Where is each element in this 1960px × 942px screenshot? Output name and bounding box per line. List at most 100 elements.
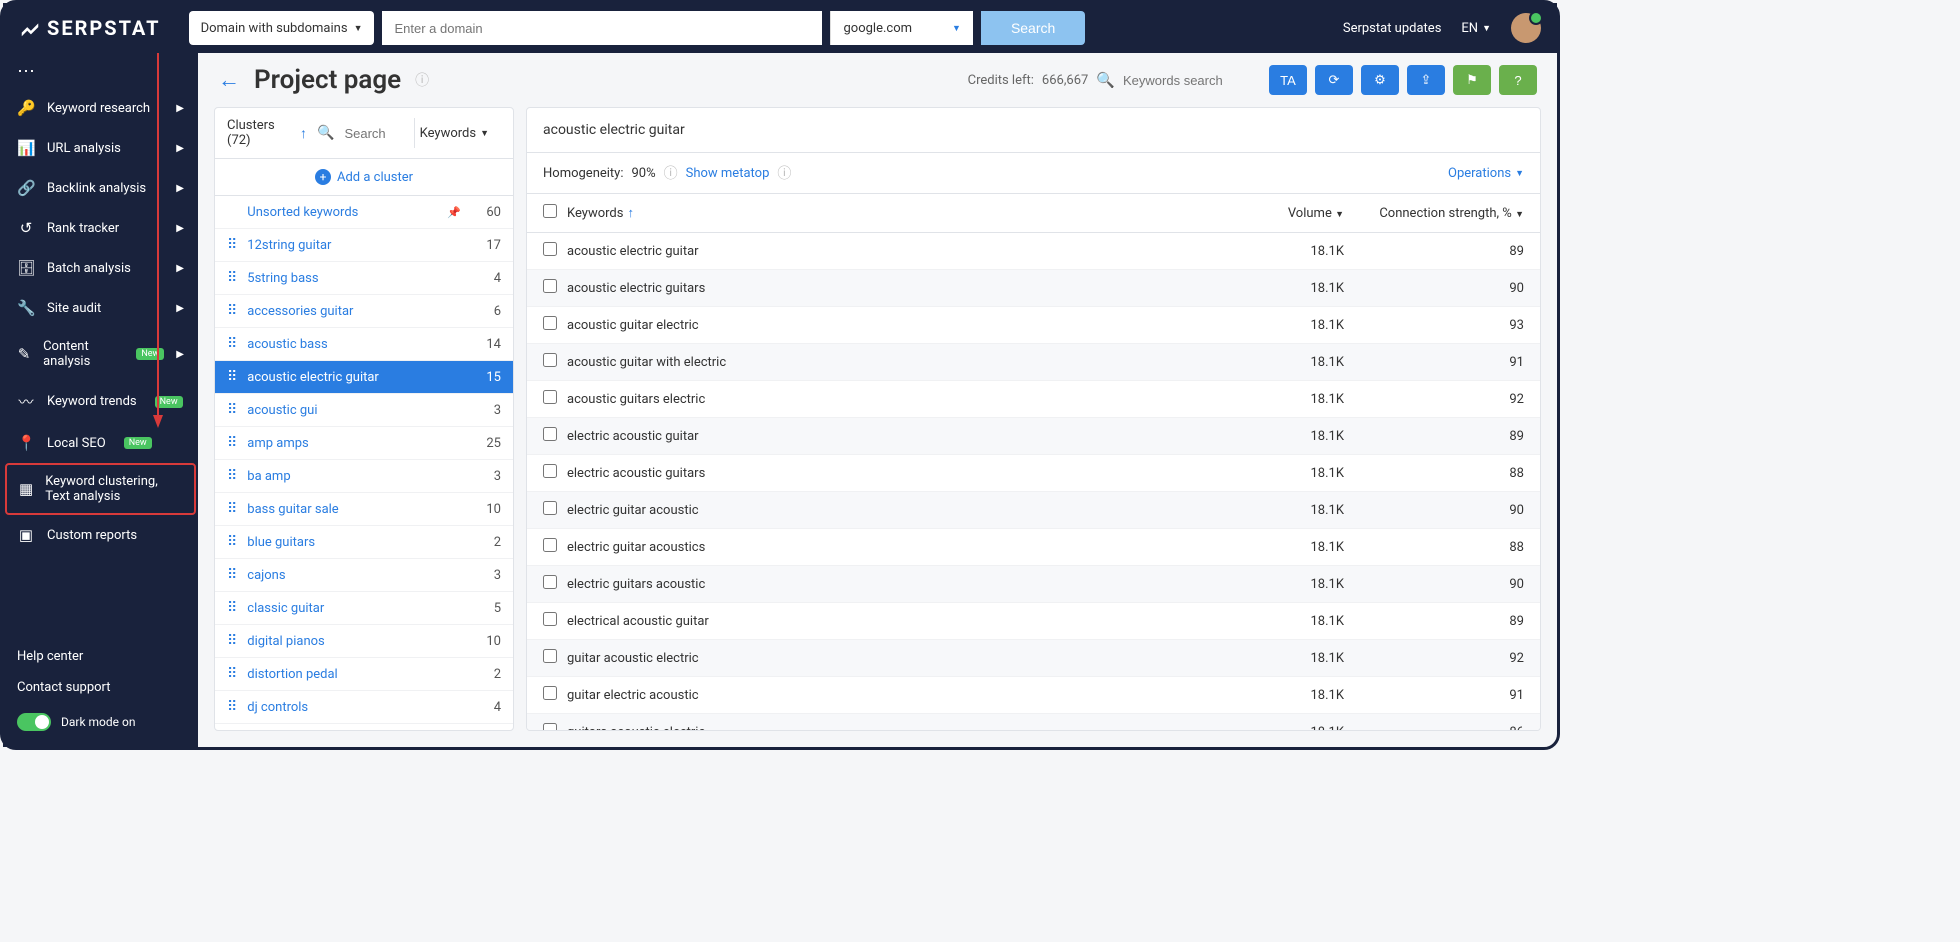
row-checkbox[interactable] bbox=[543, 279, 557, 293]
cluster-row[interactable]: ⠿ bass guitar sale 10 bbox=[215, 493, 513, 526]
strength-cell: 89 bbox=[1344, 429, 1524, 444]
row-checkbox[interactable] bbox=[543, 723, 557, 730]
row-checkbox[interactable] bbox=[543, 390, 557, 404]
feedback-button[interactable]: ⚑ bbox=[1453, 65, 1491, 95]
search-button[interactable]: Search bbox=[981, 11, 1085, 45]
cluster-name: accessories guitar bbox=[247, 304, 461, 319]
domain-mode-select[interactable]: Domain with subdomains ▼ bbox=[189, 11, 375, 45]
cluster-row[interactable]: ⠿ digital pianos 10 bbox=[215, 625, 513, 658]
new-badge: New bbox=[155, 396, 183, 408]
cluster-row[interactable]: ⠿ 12string guitar 17 bbox=[215, 229, 513, 262]
credits-value: 666,667 bbox=[1042, 73, 1088, 88]
operations-dropdown[interactable]: Operations ▼ bbox=[1448, 166, 1524, 181]
cluster-row[interactable]: ⠿ dj controls 4 bbox=[215, 691, 513, 724]
sidebar-item[interactable]: 🔑 Keyword research ▶ bbox=[3, 88, 198, 128]
search-engine-select[interactable]: google.com ▼ bbox=[830, 11, 972, 45]
cluster-row[interactable]: ⠿ amp amps 25 bbox=[215, 427, 513, 460]
cluster-row[interactable]: ⠿ ba amp 3 bbox=[215, 460, 513, 493]
updates-link[interactable]: Serpstat updates bbox=[1343, 21, 1442, 36]
sort-asc-icon[interactable]: ↑ bbox=[300, 125, 307, 142]
row-checkbox[interactable] bbox=[543, 538, 557, 552]
sidebar-item[interactable]: 〰 Keyword trends New bbox=[3, 380, 198, 423]
help-button[interactable]: ? bbox=[1499, 65, 1537, 95]
info-icon[interactable]: ⓘ bbox=[415, 70, 429, 90]
contact-support-link[interactable]: Contact support bbox=[17, 672, 184, 703]
info-icon[interactable]: ⓘ bbox=[664, 163, 678, 183]
cluster-row-unsorted[interactable]: ⠿ Unsorted keywords 📌 60 bbox=[215, 196, 513, 229]
chevron-down-icon: ▼ bbox=[1335, 210, 1344, 220]
domain-input[interactable] bbox=[382, 11, 822, 45]
grip-icon: ⠿ bbox=[227, 699, 237, 715]
keywords-subheader: Homogeneity: 90% ⓘ Show metatop ⓘ Operat… bbox=[527, 153, 1540, 194]
cluster-row[interactable]: ⠿ blue guitars 2 bbox=[215, 526, 513, 559]
select-all-checkbox[interactable] bbox=[543, 204, 557, 218]
ta-button[interactable]: TA bbox=[1269, 65, 1307, 95]
show-metatop-link[interactable]: Show metatop bbox=[686, 166, 770, 181]
sidebar-item[interactable]: 📊 URL analysis ▶ bbox=[3, 128, 198, 168]
keywords-column-header[interactable]: Keywords ▼ bbox=[414, 118, 501, 148]
row-checkbox[interactable] bbox=[543, 649, 557, 663]
cluster-name: dj controls bbox=[247, 700, 461, 715]
cluster-row[interactable]: ⠿ classic guitar 5 bbox=[215, 592, 513, 625]
export-button[interactable]: ⇪ bbox=[1407, 65, 1445, 95]
clusters-title[interactable]: Clusters (72) bbox=[227, 118, 290, 148]
sidebar-item[interactable]: 🔗 Backlink analysis ▶ bbox=[3, 168, 198, 208]
cluster-row[interactable]: ⠿ acoustic gui 3 bbox=[215, 394, 513, 427]
settings-button[interactable]: ⚙ bbox=[1361, 65, 1399, 95]
sidebar-footer: Help center Contact support Dark mode on bbox=[3, 627, 198, 747]
keywords-col-header[interactable]: Keywords ↑ bbox=[567, 205, 1224, 221]
sidebar-item[interactable]: ▦ Keyword clustering, Text analysis bbox=[5, 463, 196, 515]
row-checkbox[interactable] bbox=[543, 464, 557, 478]
cluster-search-input[interactable] bbox=[344, 126, 404, 141]
language-select[interactable]: EN ▼ bbox=[1461, 21, 1491, 36]
grip-icon: ⠿ bbox=[227, 534, 237, 550]
volume-cell: 18.1K bbox=[1224, 614, 1344, 629]
sidebar-item[interactable]: 🗄 Batch analysis ▶ bbox=[3, 248, 198, 288]
nav-icon: 🔗 bbox=[17, 179, 35, 197]
row-checkbox[interactable] bbox=[543, 686, 557, 700]
add-cluster-button[interactable]: +Add a cluster bbox=[215, 159, 513, 196]
row-checkbox[interactable] bbox=[543, 353, 557, 367]
volume-col-header[interactable]: Volume ▼ bbox=[1224, 206, 1344, 221]
back-arrow-icon[interactable]: ← bbox=[218, 67, 240, 93]
cluster-row[interactable]: ⠿ distortion pedal 2 bbox=[215, 658, 513, 691]
cluster-name: distortion pedal bbox=[247, 667, 461, 682]
search-icon[interactable]: 🔍 bbox=[1096, 71, 1115, 89]
keyword-row: guitars acoustic electric 18.1K 86 bbox=[527, 714, 1540, 730]
sidebar-item[interactable]: ✎ Content analysis New ▶ bbox=[3, 328, 198, 380]
row-checkbox[interactable] bbox=[543, 575, 557, 589]
row-checkbox[interactable] bbox=[543, 242, 557, 256]
chevron-right-icon: ▶ bbox=[176, 349, 184, 360]
keyword-cell: guitars acoustic electric bbox=[567, 725, 1224, 731]
logo[interactable]: SERPSTAT bbox=[19, 16, 161, 40]
info-icon[interactable]: ⓘ bbox=[777, 163, 791, 183]
avatar[interactable] bbox=[1511, 13, 1541, 43]
sidebar-item[interactable]: ▣ Custom reports bbox=[3, 515, 198, 555]
sidebar-item[interactable]: 📍 Local SEO New bbox=[3, 423, 198, 463]
keywords-search-input[interactable] bbox=[1123, 73, 1243, 88]
sidebar-item[interactable]: ↺ Rank tracker ▶ bbox=[3, 208, 198, 248]
row-checkbox[interactable] bbox=[543, 501, 557, 515]
row-checkbox[interactable] bbox=[543, 612, 557, 626]
cluster-name: blue guitars bbox=[247, 535, 461, 550]
refresh-button[interactable]: ⟳ bbox=[1315, 65, 1353, 95]
dark-mode-toggle[interactable] bbox=[17, 713, 51, 731]
cluster-row[interactable]: ⠿ 5string bass 4 bbox=[215, 262, 513, 295]
strength-col-header[interactable]: Connection strength, % ▼ bbox=[1344, 206, 1524, 221]
cluster-row[interactable]: ⠿ cajons 3 bbox=[215, 559, 513, 592]
strength-cell: 92 bbox=[1344, 392, 1524, 407]
row-checkbox[interactable] bbox=[543, 316, 557, 330]
cluster-row[interactable]: ⠿ acoustic electric guitar 15 bbox=[215, 361, 513, 394]
row-checkbox[interactable] bbox=[543, 427, 557, 441]
cluster-title: acoustic electric guitar bbox=[527, 108, 1540, 153]
sidebar-item[interactable]: 🔧 Site audit ▶ bbox=[3, 288, 198, 328]
keyword-row: acoustic guitar with electric 18.1K 91 bbox=[527, 344, 1540, 381]
keyword-cell: electric guitar acoustic bbox=[567, 503, 1224, 518]
cluster-row[interactable]: ⠿ accessories guitar 6 bbox=[215, 295, 513, 328]
grip-icon: ⠿ bbox=[227, 600, 237, 616]
help-center-link[interactable]: Help center bbox=[17, 641, 184, 672]
cluster-row[interactable]: ⠿ acoustic bass 14 bbox=[215, 328, 513, 361]
cluster-name: 5string bass bbox=[247, 271, 461, 286]
cluster-name: ba amp bbox=[247, 469, 461, 484]
strength-cell: 91 bbox=[1344, 688, 1524, 703]
